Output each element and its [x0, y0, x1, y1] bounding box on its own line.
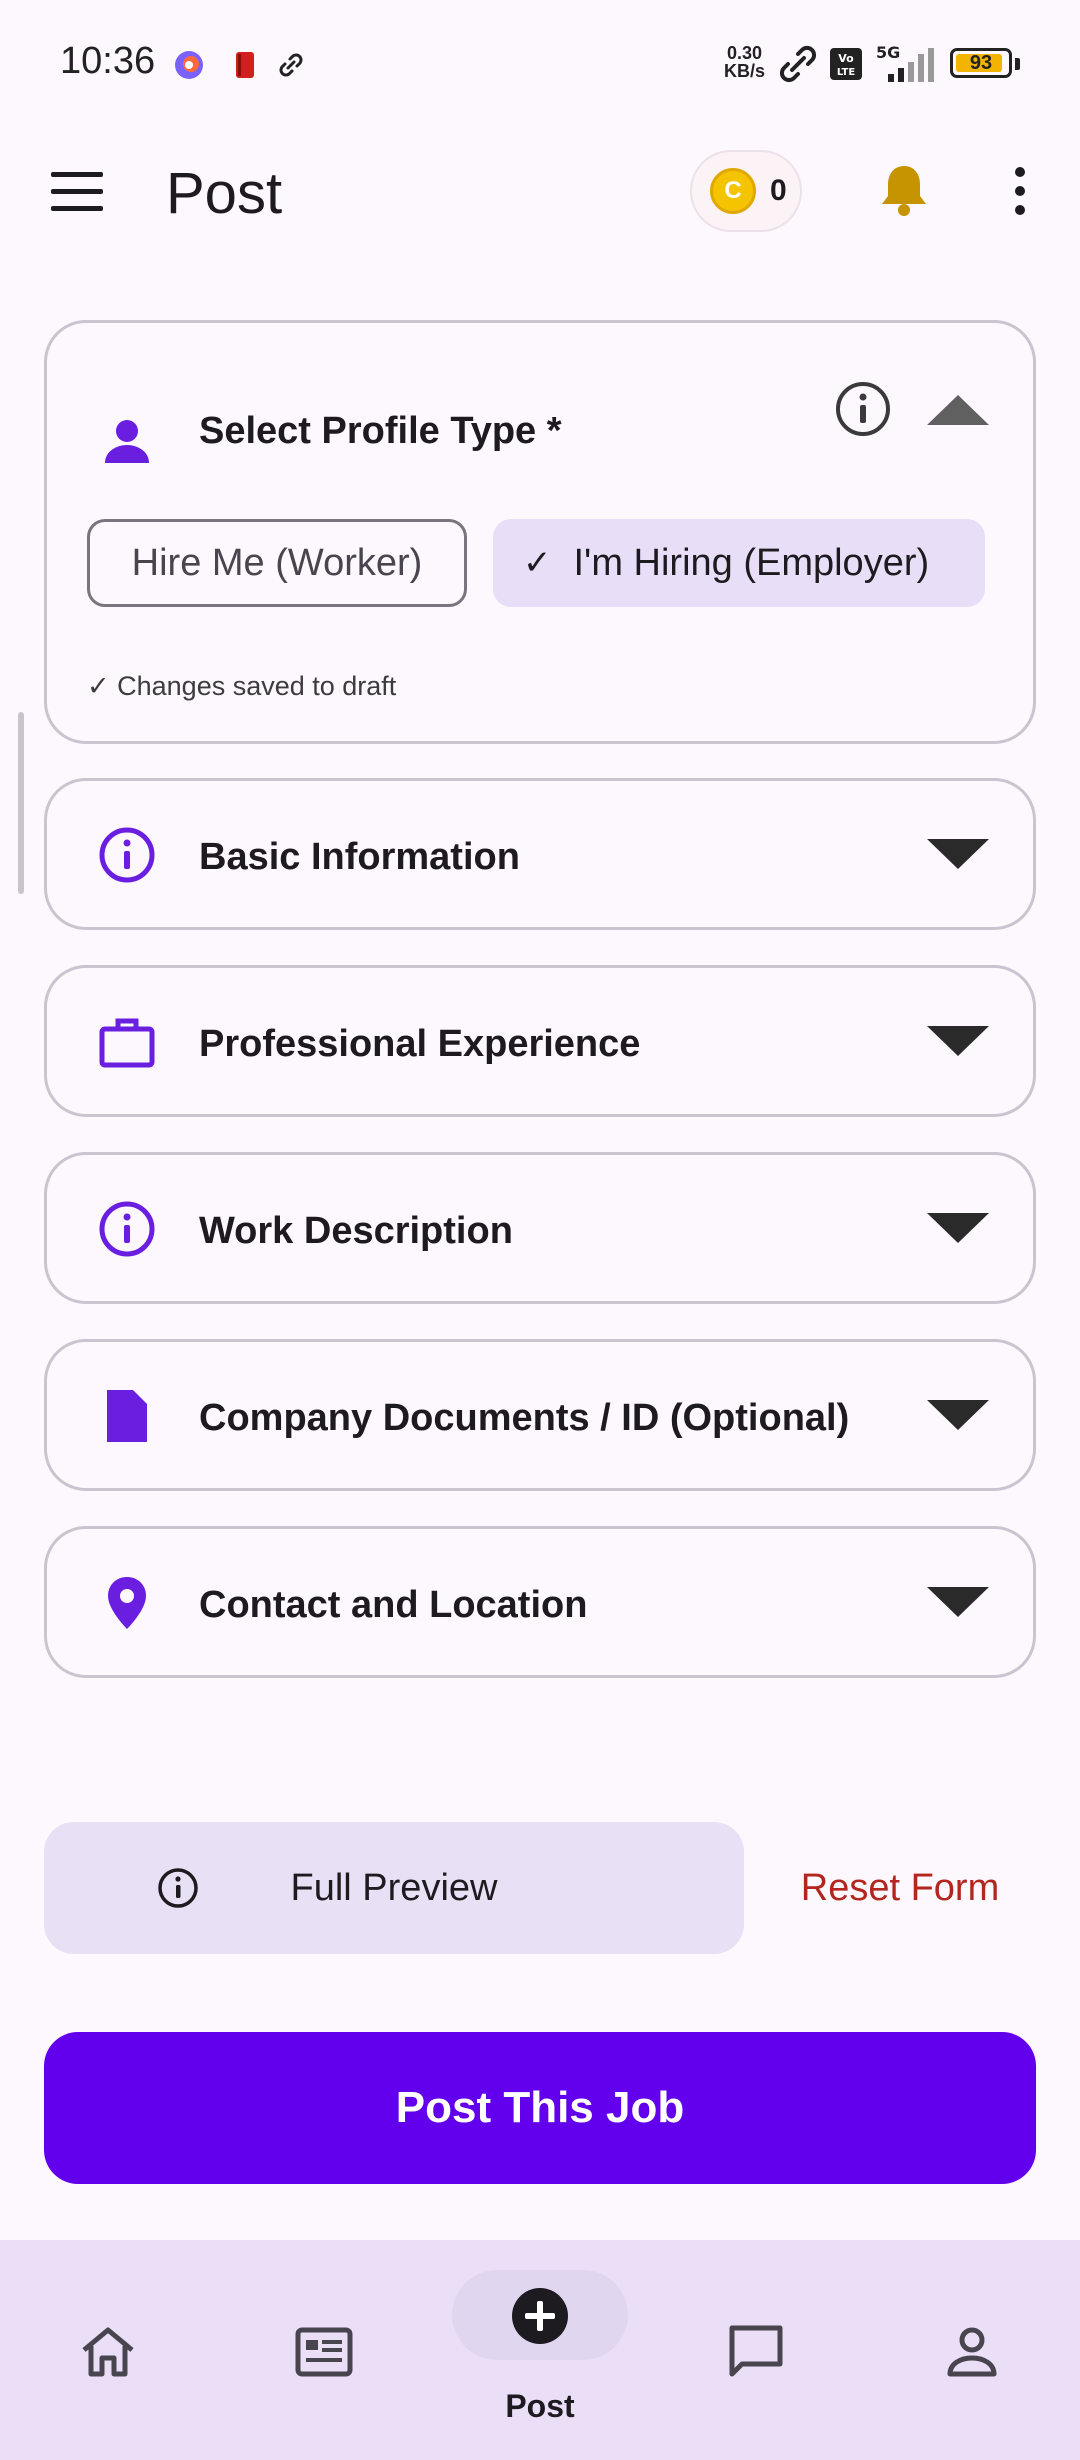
full-preview-label: Full Preview	[290, 1866, 498, 1909]
link-icon	[279, 53, 303, 77]
nav-home[interactable]	[0, 2240, 216, 2460]
info-icon	[95, 1197, 159, 1261]
bottom-navigation: Post	[0, 2240, 1080, 2460]
chevron-down-icon	[927, 1213, 989, 1243]
document-icon	[95, 1384, 159, 1448]
section-contact-location[interactable]: Contact and Location	[44, 1526, 1036, 1678]
notification-bell-icon[interactable]	[878, 160, 930, 218]
battery-icon: 93	[950, 48, 1012, 78]
chat-bubble-icon	[729, 2325, 783, 2377]
section-title: Company Documents / ID (Optional)	[199, 1397, 850, 1439]
coin-count: 0	[770, 174, 787, 207]
coin-balance-button[interactable]: C 0	[690, 150, 802, 232]
chevron-down-icon	[927, 839, 989, 869]
info-icon[interactable]	[833, 379, 893, 439]
article-list-icon	[295, 2327, 353, 2377]
nav-post[interactable]: Post	[432, 2240, 648, 2460]
svg-text:LTE: LTE	[837, 67, 856, 78]
post-job-button[interactable]: Post This Job	[44, 2032, 1036, 2184]
chip-label: Hire Me (Worker)	[131, 541, 423, 584]
location-pin-icon	[95, 1571, 159, 1635]
person-icon	[95, 409, 159, 473]
chip-im-hiring-employer[interactable]: ✓ I'm Hiring (Employer)	[493, 519, 985, 607]
status-time: 10:36	[60, 40, 156, 82]
section-title: Basic Information	[199, 836, 520, 878]
coin-icon: C	[710, 168, 756, 214]
scroll-indicator[interactable]	[18, 712, 24, 894]
add-circle-icon	[512, 2288, 568, 2344]
cellular-signal-icon: 5G	[876, 43, 934, 82]
menu-icon[interactable]	[48, 168, 108, 218]
battery-cap	[1015, 58, 1020, 70]
person-outline-icon	[947, 2327, 997, 2377]
section-title: Work Description	[199, 1210, 513, 1252]
section-title: Professional Experience	[199, 1023, 641, 1065]
section-professional-experience[interactable]: Professional Experience	[44, 965, 1036, 1117]
svg-text:5G: 5G	[876, 43, 900, 62]
section-company-documents[interactable]: Company Documents / ID (Optional)	[44, 1339, 1036, 1491]
nav-feed[interactable]	[216, 2240, 432, 2460]
section-basic-information[interactable]: Basic Information	[44, 778, 1036, 930]
browser-app-icon	[175, 51, 203, 79]
chip-hire-me-worker[interactable]: Hire Me (Worker)	[87, 519, 467, 607]
more-options-icon[interactable]	[1000, 164, 1040, 218]
status-bar: 10:36 0.30 KB/s Vo LTE 5G 93	[0, 0, 1080, 130]
nav-messages[interactable]	[648, 2240, 864, 2460]
section-work-description[interactable]: Work Description	[44, 1152, 1036, 1304]
volte-icon: Vo LTE	[830, 48, 862, 80]
briefcase-icon	[95, 1010, 159, 1074]
post-screen: 10:36 0.30 KB/s Vo LTE 5G 93 Post C 0 Se…	[0, 0, 1080, 2460]
network-speed: 0.30 KB/s	[724, 43, 766, 81]
check-icon: ✓	[523, 544, 552, 582]
book-app-icon	[236, 52, 254, 78]
section-title: Contact and Location	[199, 1584, 588, 1626]
nav-post-label: Post	[505, 2388, 575, 2424]
home-icon	[82, 2327, 134, 2377]
chevron-down-icon	[927, 1026, 989, 1056]
full-preview-button[interactable]: Full Preview	[44, 1822, 744, 1954]
chevron-down-icon	[927, 1400, 989, 1430]
info-icon	[95, 823, 159, 887]
nav-profile[interactable]	[864, 2240, 1080, 2460]
profile-type-card: Select Profile Type * Hire Me (Worker) ✓…	[44, 320, 1036, 744]
chevron-up-icon[interactable]	[923, 389, 993, 429]
chevron-down-icon	[927, 1587, 989, 1617]
profile-type-title: Select Profile Type *	[199, 410, 562, 452]
svg-text:Vo: Vo	[838, 52, 854, 65]
reset-form-button[interactable]: Reset Form	[770, 1850, 1030, 1926]
draft-status: ✓ Changes saved to draft	[87, 671, 397, 701]
battery-level: 93	[969, 51, 993, 74]
page-title: Post	[166, 161, 283, 226]
hotspot-link-icon	[779, 45, 817, 83]
profile-type-header[interactable]: Select Profile Type *	[47, 323, 1033, 471]
chip-label: I'm Hiring (Employer)	[573, 541, 930, 584]
